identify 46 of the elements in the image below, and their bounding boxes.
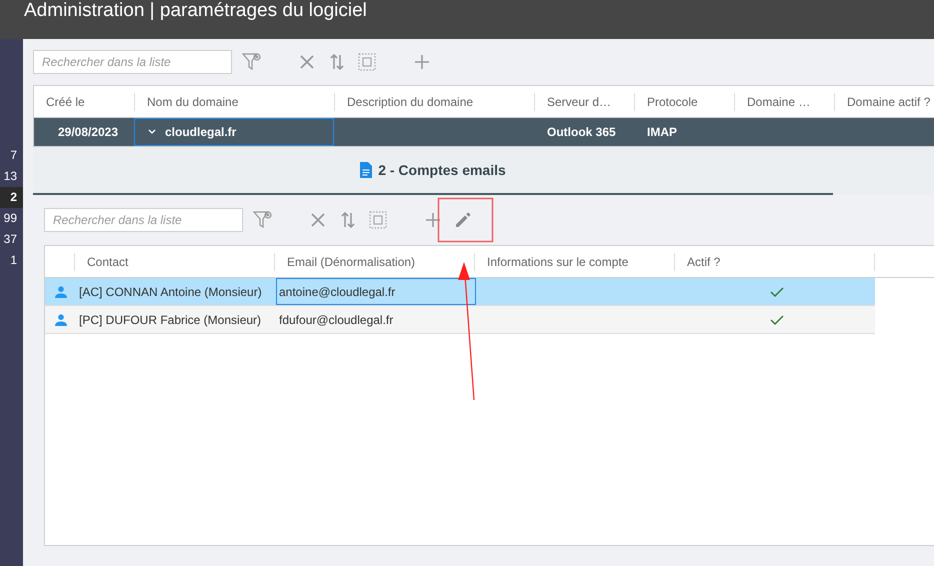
sidebar-item[interactable]: 37: [0, 229, 23, 250]
filter-icon: [241, 51, 263, 73]
table-cell: antoine@cloudlegal.fr: [279, 284, 396, 298]
table-cell: Outlook 365: [547, 125, 616, 139]
column-header[interactable]: Serveur d…: [534, 92, 634, 110]
column-header[interactable]: Informations sur le compte: [474, 252, 674, 270]
column-header[interactable]: Description du domaine: [334, 92, 534, 110]
window-title: Administration | paramétrages du logiciel: [24, 0, 367, 22]
person-icon: [54, 286, 66, 298]
add-icon: [414, 54, 430, 70]
document-icon: [360, 162, 372, 178]
column-header[interactable]: Domaine …: [734, 92, 834, 110]
sort-icon: [341, 211, 355, 229]
sort-icon: [330, 53, 344, 71]
select-all-icon: [358, 53, 376, 71]
sidebar-item[interactable]: 1: [0, 250, 23, 271]
sidebar-item[interactable]: 99: [0, 208, 23, 229]
column-header[interactable]: Actif ?: [674, 252, 874, 270]
sidebar-item[interactable]: 7: [0, 145, 23, 166]
column-header[interactable]: Domaine actif ?: [834, 92, 934, 110]
table-cell: cloudlegal.fr: [165, 125, 236, 139]
search-field[interactable]: Rechercher dans la liste: [33, 50, 232, 74]
table-cell: fdufour@cloudlegal.fr: [279, 312, 394, 326]
sidebar-item[interactable]: 13: [0, 166, 23, 187]
table-cell: IMAP: [647, 125, 677, 139]
column-header[interactable]: Nom du domaine: [134, 92, 334, 110]
table-row[interactable]: [AC] CONNAN Antoine (Monsieur) antoine@cloudlegal.fr: [45, 278, 875, 306]
add-icon: [425, 212, 441, 228]
person-icon: [54, 314, 66, 326]
highlight-frame: [438, 198, 494, 242]
chevron-icon[interactable]: [147, 128, 157, 136]
close-icon: [310, 212, 326, 228]
table-cell: [AC] CONNAN Antoine (Monsieur): [79, 284, 262, 298]
sidebar-item[interactable]: 2: [0, 187, 23, 208]
column-header[interactable]: Protocole: [634, 92, 734, 110]
select-all-icon: [369, 211, 387, 229]
column-header[interactable]: Contact: [74, 252, 274, 270]
filter-icon: [252, 209, 274, 231]
close-icon: [299, 54, 315, 70]
table-row[interactable]: [PC] DUFOUR Fabrice (Monsieur) fdufour@cloudlegal.fr: [45, 306, 875, 334]
table-row[interactable]: 29/08/2023 cloudlegal.fr Outlook 365 IMAP: [34, 118, 934, 146]
search-field[interactable]: Rechercher dans la liste: [44, 208, 243, 232]
table-cell: 29/08/2023: [58, 125, 118, 139]
pencil-icon: [454, 211, 472, 229]
column-header[interactable]: Créé le: [34, 92, 134, 110]
table-cell: [PC] DUFOUR Fabrice (Monsieur): [79, 312, 262, 326]
